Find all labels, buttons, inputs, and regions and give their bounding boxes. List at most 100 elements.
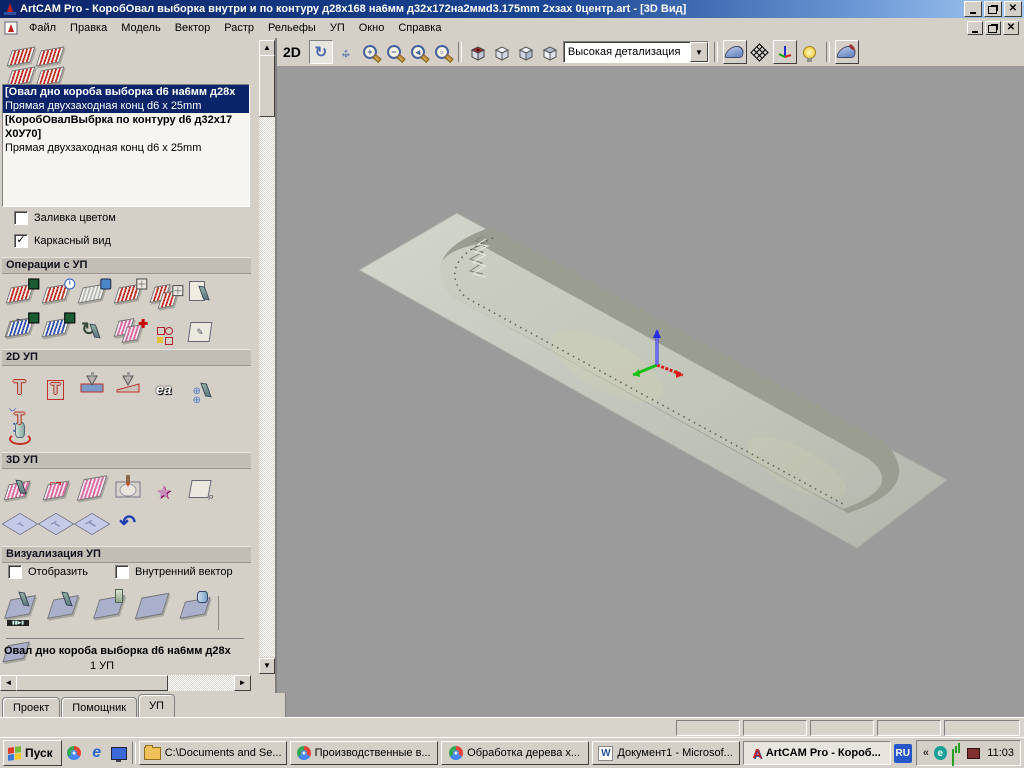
isometric-view-icon[interactable]: [467, 41, 489, 63]
bevel-carve-icon[interactable]: [111, 366, 144, 400]
show-relief-icon[interactable]: [723, 40, 747, 64]
simulation-speed-icon[interactable]: [89, 585, 129, 629]
batch-calculate-icon[interactable]: [147, 277, 180, 311]
quick-launch-desktop-icon[interactable]: [109, 743, 128, 763]
reset-material-block-icon[interactable]: [175, 586, 215, 630]
view-along-z-icon[interactable]: [539, 41, 561, 63]
scroll-left-button[interactable]: ◄: [0, 675, 17, 691]
tray-collapse-icon[interactable]: «: [923, 747, 929, 759]
vertical-scroll-thumb[interactable]: [259, 55, 275, 117]
tray-antivirus-icon[interactable]: e: [934, 746, 947, 760]
zlevel-roughing-icon[interactable]: [75, 471, 108, 505]
visualization-show-checkbox[interactable]: Отобразить: [8, 565, 88, 579]
panel-vertical-scrollbar[interactable]: ▲ ▼: [259, 38, 275, 675]
bridges-icon[interactable]: Т◡▪▪: [3, 402, 36, 436]
taskbar-task-button[interactable]: Обработка дерева х...: [441, 741, 589, 765]
panel-tab[interactable]: Проект: [2, 697, 60, 717]
toolpath-list-item[interactable]: [Овал дно короба выборка d6 на6мм д28x: [3, 85, 249, 99]
menu-item[interactable]: Рельефы: [261, 20, 323, 36]
undo-toolpath-icon[interactable]: ↶: [111, 505, 144, 539]
smart-engraving-icon[interactable]: ea: [147, 372, 180, 406]
3d-view-canvas[interactable]: [277, 66, 1024, 717]
scroll-right-button[interactable]: ►: [234, 675, 251, 691]
menu-item[interactable]: УП: [323, 20, 352, 36]
relief-paint-icon[interactable]: ✎: [835, 40, 859, 64]
laser-picture-icon[interactable]: ⌕: [183, 472, 216, 506]
language-indicator[interactable]: RU: [894, 744, 912, 763]
wireframe-mesh-icon[interactable]: [749, 41, 771, 63]
pan-view-icon[interactable]: ↔↕: [335, 41, 357, 63]
feature-machining-icon[interactable]: ⌐¬: [39, 474, 72, 508]
menu-item[interactable]: Модель: [114, 20, 167, 36]
simulate-toolpath-icon[interactable]: ▮▮▶▮: [3, 585, 43, 629]
slice-model-toolpath-icon[interactable]: Т: [75, 507, 108, 541]
restore-button[interactable]: [984, 1, 1002, 17]
menu-item[interactable]: Окно: [352, 20, 392, 36]
menu-item[interactable]: Файл: [22, 20, 63, 36]
toolpath-list-item[interactable]: Прямая двухзаходная конц d6 x 25mm: [3, 141, 249, 155]
machine-relief-icon[interactable]: [3, 474, 36, 508]
save-toolpath-icon[interactable]: [3, 277, 36, 311]
male-female-toolpath-icon[interactable]: Т: [39, 507, 72, 541]
visualization-inner-vector-checkbox[interactable]: Внутренний вектор: [115, 565, 233, 579]
quick-launch-chrome-icon[interactable]: [65, 743, 84, 763]
zoom-out-icon[interactable]: −: [383, 41, 405, 63]
toolpath-list-item[interactable]: Прямая двухзаходная конц d6 x 25mm: [3, 99, 249, 113]
zoom-extents-icon[interactable]: ▫: [431, 41, 453, 63]
mdi-close-button[interactable]: ✕: [1003, 21, 1019, 35]
detail-level-dropdown[interactable]: Высокая детализация ▼: [563, 41, 709, 63]
wireframe-checkbox[interactable]: ✓Каркасный вид: [14, 234, 111, 248]
toolpath-preview-icon[interactable]: ✎: [183, 315, 216, 349]
menu-item[interactable]: Растр: [217, 20, 261, 36]
menu-item[interactable]: Справка: [391, 20, 448, 36]
panel-horizontal-scrollbar[interactable]: ◄ ►: [0, 675, 251, 691]
toolpath-summary-icon[interactable]: i: [39, 277, 72, 311]
delete-simulation-icon[interactable]: [132, 584, 172, 628]
calculate-toolpath-icon[interactable]: [111, 277, 144, 311]
quick-launch-ie-icon[interactable]: e: [87, 743, 106, 763]
2d-view-button[interactable]: 2D: [277, 44, 307, 60]
view-along-y-icon[interactable]: [515, 41, 537, 63]
material-setup-icon[interactable]: [75, 277, 108, 311]
rotate-view-icon[interactable]: ↻: [309, 40, 333, 64]
save-toolpath-as-icon[interactable]: [3, 310, 36, 344]
menu-item[interactable]: Правка: [63, 20, 114, 36]
panel-tab[interactable]: УП: [138, 694, 175, 717]
toolpath-list-item[interactable]: [КоробОвалВыбрка по контуру d6 д32x17: [3, 113, 249, 127]
fill-color-checkbox[interactable]: Заливка цветом: [14, 211, 116, 225]
mdi-minimize-button[interactable]: [967, 21, 983, 35]
toolpath-list-item[interactable]: X0У70]: [3, 127, 249, 141]
taskbar-task-button[interactable]: A ArtCAM Pro - Короб...: [743, 741, 891, 765]
close-button[interactable]: ✕: [1004, 1, 1022, 17]
load-toolpath-icon[interactable]: [39, 310, 72, 344]
profile-machining-icon[interactable]: Т: [3, 372, 36, 406]
scroll-up-button[interactable]: ▲: [259, 40, 275, 56]
panel-tab[interactable]: Помощник: [61, 697, 137, 717]
zoom-in-icon[interactable]: +: [359, 41, 381, 63]
start-button[interactable]: Пуск: [3, 740, 62, 766]
dropdown-arrow-icon[interactable]: ▼: [690, 42, 708, 62]
merge-toolpaths-icon[interactable]: [111, 310, 144, 344]
lighting-icon[interactable]: [799, 41, 821, 63]
tray-network-icon[interactable]: [952, 741, 963, 766]
toolpath-list[interactable]: [Овал дно короба выборка d6 на6мм д28xПр…: [2, 84, 250, 207]
transform-toolpath-icon[interactable]: ↻: [75, 312, 108, 346]
toolpath-notes-icon[interactable]: [183, 274, 216, 308]
tray-display-icon[interactable]: [967, 748, 980, 759]
simulate-all-toolpaths-icon[interactable]: [46, 585, 86, 629]
horizontal-scroll-thumb[interactable]: [16, 675, 168, 691]
show-origin-icon[interactable]: [773, 40, 797, 64]
mdi-restore-button[interactable]: [985, 21, 1001, 35]
view-along-x-icon[interactable]: [491, 41, 513, 63]
nesting-icon[interactable]: [147, 319, 180, 353]
zoom-previous-icon[interactable]: ◂: [407, 41, 429, 63]
scroll-down-button[interactable]: ▼: [259, 658, 275, 674]
cutout-toolpath-icon[interactable]: т: [3, 507, 36, 541]
vcarve-icon[interactable]: [75, 366, 108, 400]
minimize-button[interactable]: [964, 1, 982, 17]
taskbar-task-button[interactable]: Производственные в...: [290, 741, 438, 765]
menu-item[interactable]: Вектор: [168, 20, 218, 36]
taskbar-task-button[interactable]: C:\Documents and Se...: [139, 741, 287, 765]
taskbar-task-button[interactable]: W Документ1 - Microsof...: [592, 741, 740, 765]
3d-cut-simulation-icon[interactable]: [111, 469, 144, 503]
